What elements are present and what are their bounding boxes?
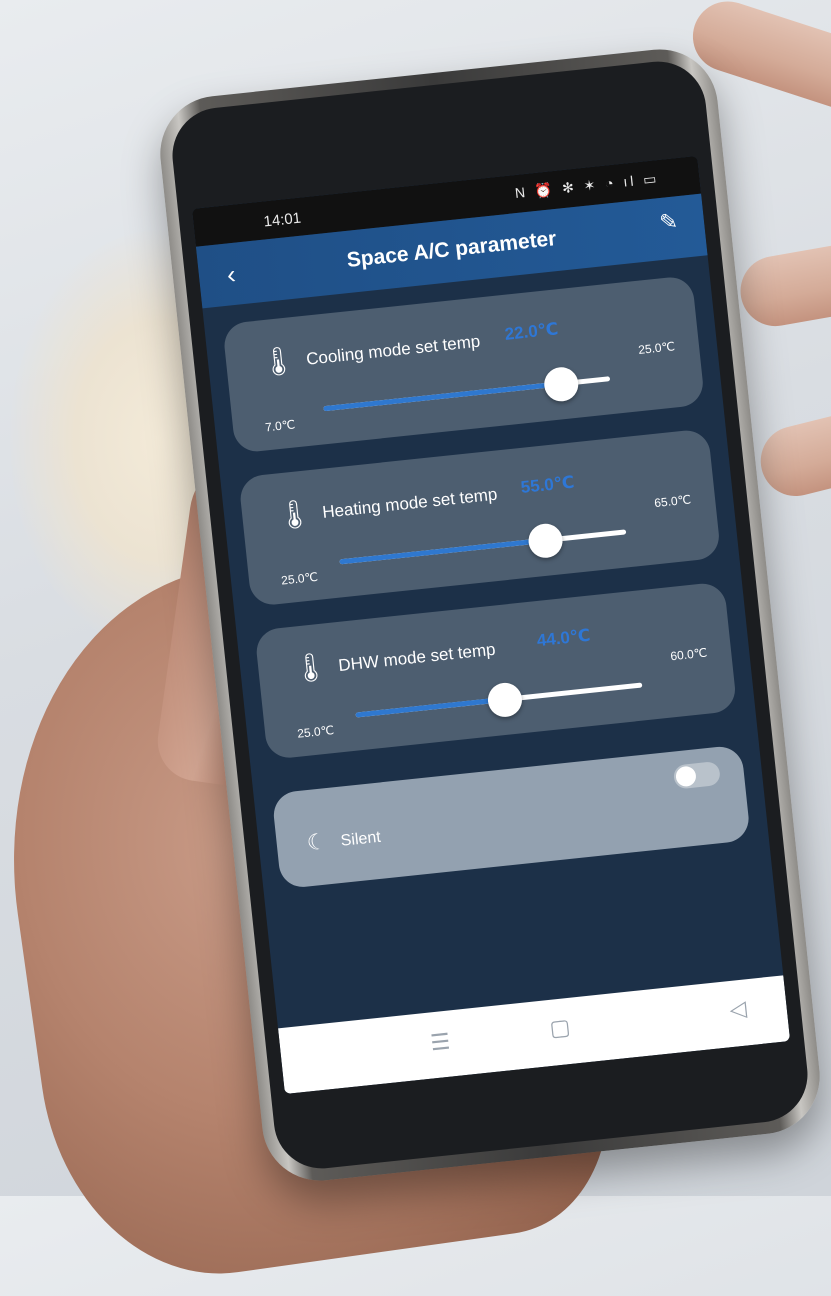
temp-slider-fill <box>355 696 505 718</box>
status-time: 14:01 <box>262 209 302 231</box>
temp-slider-thumb[interactable] <box>542 365 580 403</box>
nav-back-icon[interactable]: ◁ <box>728 995 748 1023</box>
silent-toggle[interactable] <box>672 760 722 790</box>
card-label: Heating mode set temp <box>321 484 499 522</box>
home-icon[interactable]: ▢ <box>548 1014 571 1042</box>
card-max: 65.0℃ <box>653 492 692 511</box>
thermometer-icon: 🌡 <box>290 650 330 685</box>
card-min: 25.0℃ <box>280 569 319 588</box>
thermometer-icon: 🌡 <box>258 343 298 379</box>
temp-slider-track[interactable] <box>323 365 611 412</box>
temp-slider-thumb[interactable] <box>486 681 524 719</box>
card-max: 25.0℃ <box>637 339 676 358</box>
finger-middle <box>734 238 831 332</box>
card-min: 25.0℃ <box>296 722 335 741</box>
dhw-temp-card: 🌡 DHW mode set temp 44.0℃ 60.0℃ 25.0℃ <box>254 581 738 761</box>
card-value: 44.0℃ <box>535 625 592 651</box>
menu-icon[interactable]: ☰ <box>429 1029 451 1057</box>
card-label: Cooling mode set temp <box>305 331 482 369</box>
silent-label: Silent <box>339 828 382 850</box>
finger-lower <box>753 406 831 504</box>
card-min: 7.0℃ <box>264 417 296 435</box>
cooling-temp-card: 🌡 Cooling mode set temp 22.0℃ 25.0℃ 7.0℃ <box>222 275 706 454</box>
phone: 14:01 N ⏰ ✻ ✶ ◔ ıl ▭ ‹ Space A/C paramet… <box>154 43 826 1187</box>
toggle-knob <box>674 765 697 788</box>
edit-icon[interactable]: ✎ <box>658 208 679 236</box>
card-value: 55.0℃ <box>519 472 576 498</box>
silent-row: ☾ Silent <box>271 744 751 890</box>
thermometer-icon: 🌡 <box>274 497 314 532</box>
screen: 14:01 N ⏰ ✻ ✶ ◔ ıl ▭ ‹ Space A/C paramet… <box>191 155 791 1095</box>
card-max: 60.0℃ <box>669 645 708 664</box>
heating-temp-card: 🌡 Heating mode set temp 55.0℃ 65.0℃ 25.0… <box>238 428 722 607</box>
temp-slider-fill <box>323 381 562 412</box>
temp-slider-thumb[interactable] <box>527 522 565 560</box>
temp-slider-track[interactable] <box>339 522 627 565</box>
temp-slider-track[interactable] <box>355 681 643 719</box>
card-label: DHW mode set temp <box>337 639 497 676</box>
card-value: 22.0℃ <box>503 319 560 344</box>
status-icons: N ⏰ ✻ ✶ ◔ ıl ▭ <box>514 169 661 202</box>
moon-icon: ☾ <box>305 828 328 856</box>
temp-slider-fill <box>339 537 547 565</box>
